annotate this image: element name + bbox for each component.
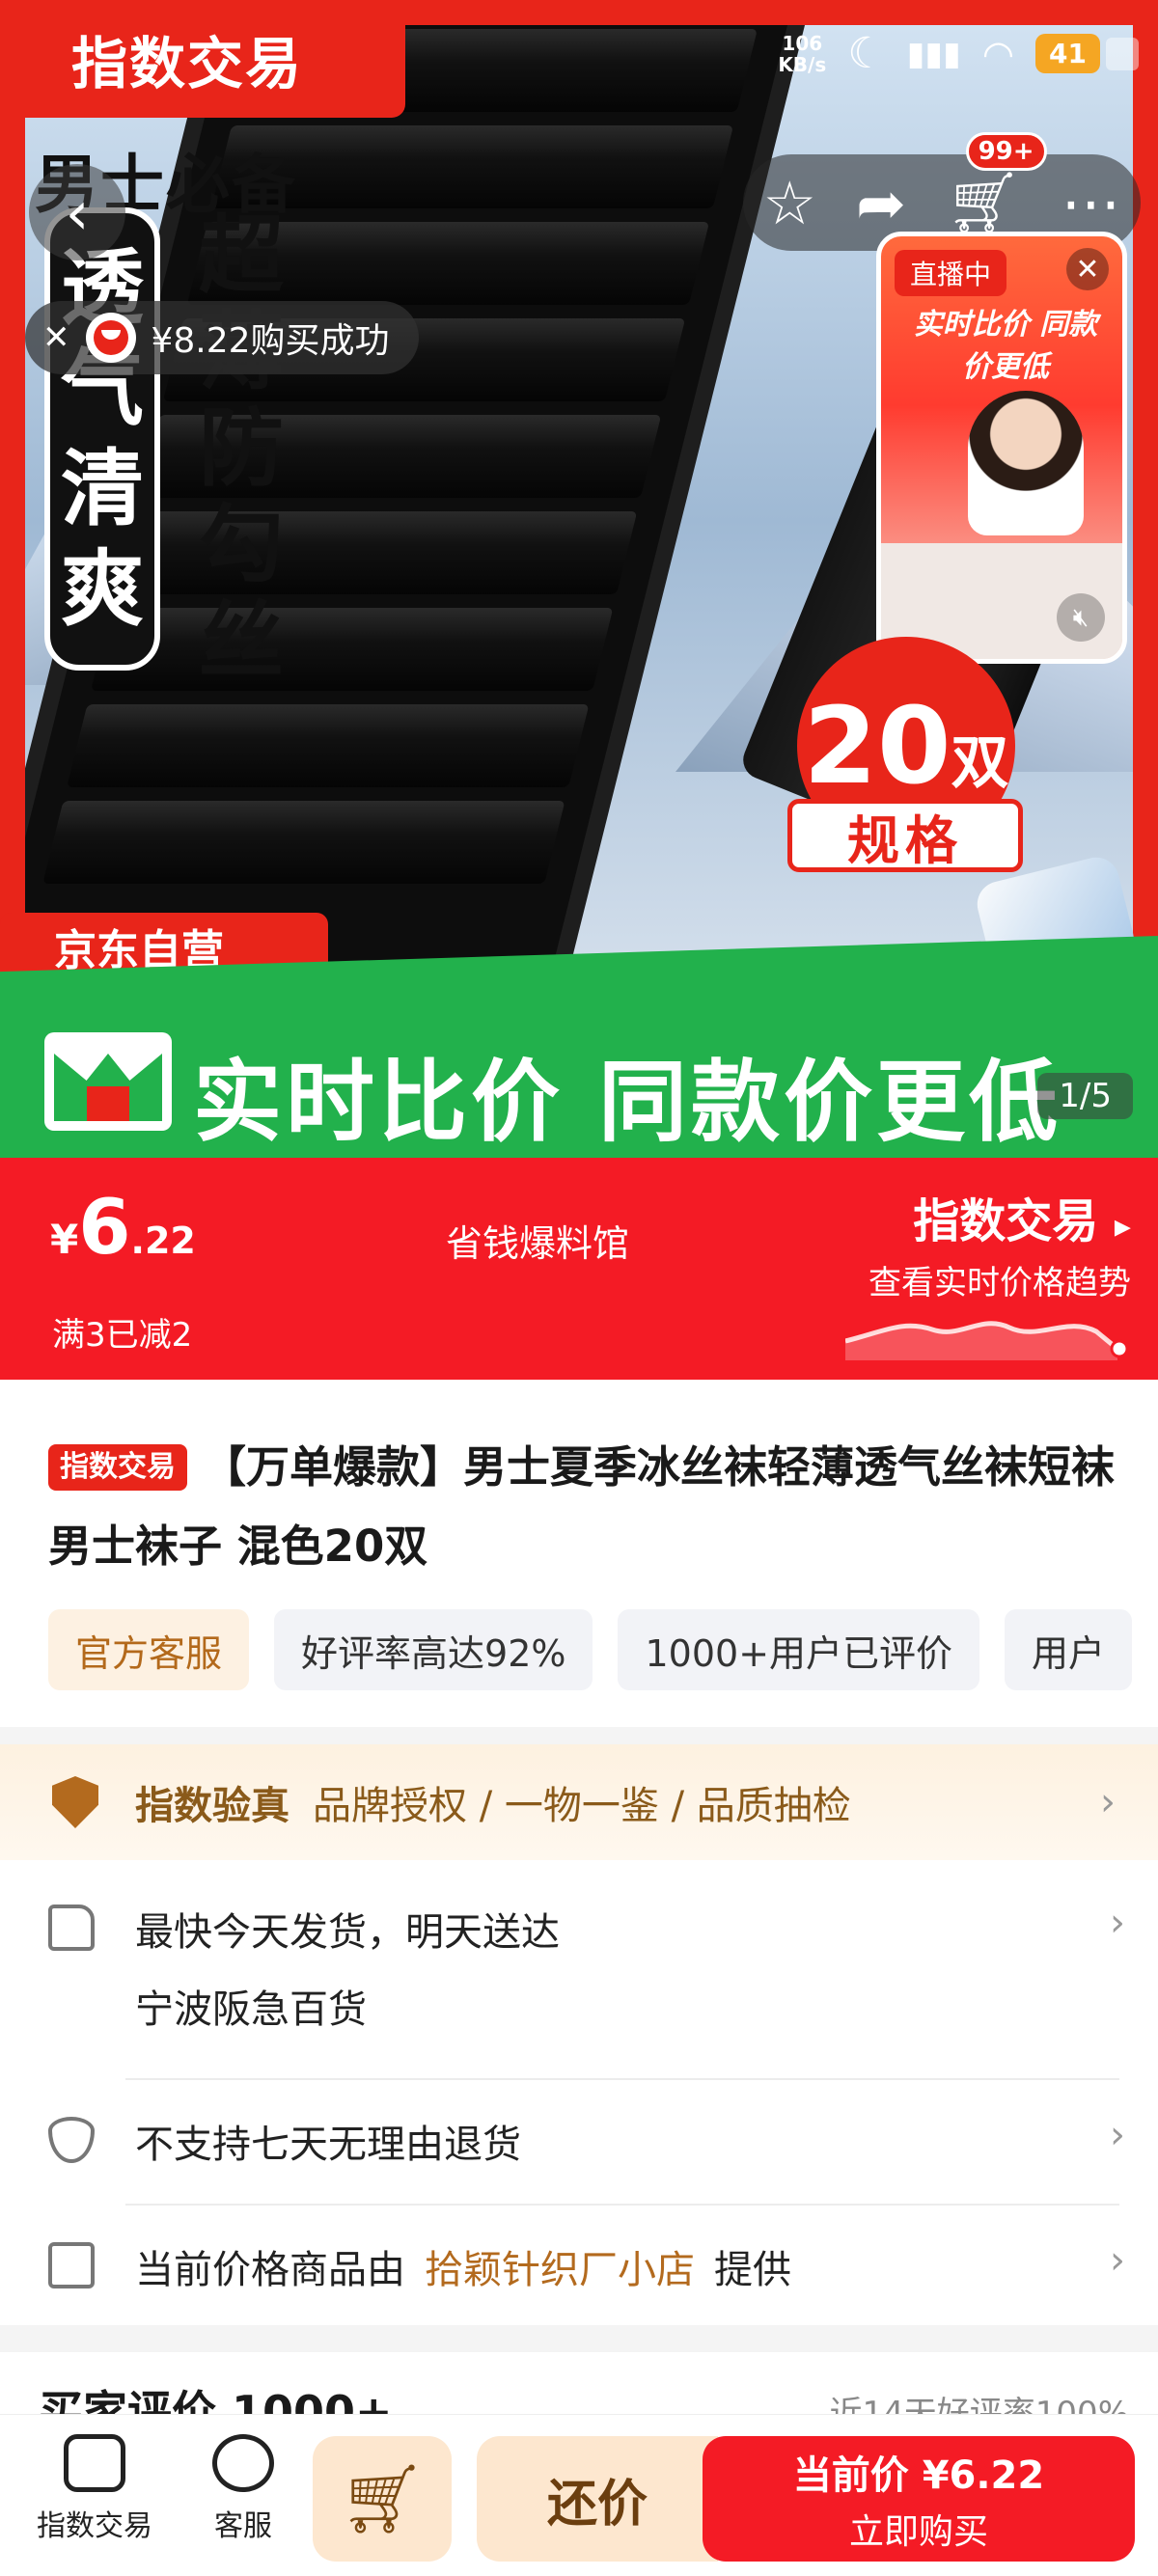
buy-label: 立即购买 [848,2512,988,2552]
store-icon [48,2242,95,2288]
toast-text: ¥8.22购买成功 [151,321,390,361]
shield-icon [48,2117,95,2163]
favorite-star-icon[interactable]: ☆ [762,168,816,238]
product-image-carousel[interactable]: 指数交易 106 KB/s ☾ ▮▮▮ ◠ 41 男士必备 透 气 清 爽 超 … [0,0,1158,1158]
spec-number: 20 [803,684,951,808]
live-tag: 直播中 [895,250,1007,296]
spec-label: 规格 [787,799,1023,872]
moon-icon: ☾ [847,29,886,78]
close-icon[interactable]: ✕ [1066,248,1109,290]
shield-check-icon [52,1776,98,1828]
bargain-button[interactable]: 还价 [477,2436,718,2562]
vertical-tag-breathable: 透 气 清 爽 [44,207,160,671]
live-stream-card[interactable]: 直播中 ✕ 实时比价 同款价更低 🔇︎ [876,232,1127,664]
network-speed: 106 KB/s [778,31,827,76]
promo-text: 满3已减2 [52,1316,193,1355]
verify-desc: 品牌授权 / 一物一鉴 / 品质抽检 [313,1784,851,1828]
host-avatar [968,391,1084,535]
price-trend-sparkline [845,1321,1129,1360]
seller-row[interactable]: 当前价格商品由 拾颖针织厂小店 提供 › [48,2238,1125,2294]
cart-button[interactable]: 🛒︎ 99+ [945,132,1047,238]
chip-reviews-count[interactable]: 1000+用户已评价 [618,1609,980,1690]
vert-char: 勾 [198,495,284,594]
wifi-icon: ◠ [981,32,1015,75]
chip-official-service[interactable]: 官方客服 [48,1609,250,1690]
currency-symbol: ¥ [50,1216,79,1263]
avatar [85,313,136,363]
vert-char: 爽 [61,541,144,638]
price-integer: 6 [78,1185,131,1272]
price-compare-logo [44,1032,172,1131]
tab-customer-service[interactable]: 客服 [212,2434,274,2544]
signal-icon: ▮▮▮ [906,34,961,73]
chevron-right-icon: › [1110,2113,1125,2157]
cart-plus-icon: 🛒︎ [339,2458,426,2538]
add-to-cart-button[interactable]: 🛒︎ [313,2436,452,2562]
vert-char: 超 [198,206,284,305]
banner-text: 实时比价 同款价更低 [193,1051,1062,1154]
service-section: 指数验真 品牌授权 / 一物一鉴 / 品质抽检 › 最快今天发货，明天送达 宁波… [0,1744,1158,2325]
feature-chips: 官方客服 好评率高达92% 1000+用户已评价 用户 [48,1609,1133,1690]
trend-subtitle: 查看实时价格趋势 [868,1264,1131,1302]
tab-label: 指数交易 [37,2509,152,2543]
return-policy-row[interactable]: 不支持七天无理由退货 › [48,2113,1125,2169]
chip-users[interactable]: 用户 [1005,1609,1133,1690]
title-text: 【万单爆款】男士夏季冰丝袜轻薄透气丝袜短袜男士袜子 混色20双 [48,1441,1116,1572]
price-trend-link[interactable]: 指数交易 ▸ 查看实时价格趋势 [868,1183,1131,1303]
store-icon [64,2434,125,2492]
chevron-right-icon: › [1100,1780,1116,1824]
vert-char: 防 [198,398,284,498]
status-bar: 106 KB/s ☾ ▮▮▮ ◠ 41 [778,29,1139,78]
cart-icon: 🛒︎ [945,167,1022,237]
image-counter: 1/5 [1037,1073,1133,1119]
more-icon[interactable]: ⋯ [1061,168,1120,238]
chevron-right-icon: › [1110,1901,1125,1945]
truck-icon [48,1905,95,1951]
close-icon[interactable]: ✕ [42,318,70,357]
shop-name[interactable]: 省钱爆料馆 [446,1214,629,1267]
current-price: ¥ 6 .22 [50,1185,196,1272]
ship-eta: 最快今天发货，明天送达 [135,1910,560,1955]
spec-unit: 双 [951,728,1009,797]
chip-good-rate[interactable]: 好评率高达92% [274,1609,593,1690]
zhishu-badge: 指数交易 [0,0,405,118]
share-icon[interactable]: ➦ [856,168,906,238]
divider [125,2204,1119,2206]
seller-prefix: 当前价格商品由 [135,2248,405,2292]
battery-indicator: 41 [1035,34,1139,73]
seller-suffix: 提供 [714,2248,791,2292]
product-info: 指数交易 【万单爆款】男士夏季冰丝袜轻薄透气丝袜短袜男士袜子 混色20双 官方客服… [0,1380,1158,1727]
live-slogan: 实时比价 同款价更低 [913,308,1098,384]
tab-zhishu[interactable]: 指数交易 [37,2434,152,2544]
back-button[interactable]: ‹ [29,164,125,260]
seller-name[interactable]: 拾颖针织厂小店 [425,2238,695,2294]
price-decimal: .22 [130,1219,196,1262]
bottom-action-bar: 指数交易 客服 🛒︎ 还价 当前价 ¥6.22 立即购买 [0,2414,1158,2576]
chevron-left-icon: ‹ [65,177,90,248]
tab-label: 客服 [214,2509,272,2543]
vert-char: 丝 [198,591,284,691]
price-bar: ¥ 6 .22 满3已减2 省钱爆料馆 指数交易 ▸ 查看实时价格趋势 [0,1158,1158,1380]
chat-face-icon [212,2434,274,2492]
vert-char: 清 [61,441,144,537]
divider [125,2078,1119,2080]
buy-price: 当前价 ¥6.22 [792,2453,1045,2498]
shipping-row[interactable]: 最快今天发货，明天送达 宁波阪急百货 › [48,1901,1125,2034]
verify-title: 指数验真 [135,1784,290,1828]
cart-count-badge: 99+ [965,132,1047,171]
chevron-right-icon: ▸ [1114,1207,1131,1246]
buy-now-button[interactable]: 当前价 ¥6.22 立即购买 [703,2436,1135,2562]
vertical-text-thin: 超 薄 防 勾 丝 [193,207,290,690]
title-tag: 指数交易 [48,1444,187,1491]
product-title: 指数交易 【万单爆款】男士夏季冰丝袜轻薄透气丝袜短袜男士袜子 混色20双 [48,1428,1119,1586]
chevron-right-icon: › [1110,2238,1125,2283]
purchase-toast: ✕ ¥8.22购买成功 [25,301,419,374]
ship-from: 宁波阪急百货 [135,1987,367,2032]
trend-title: 指数交易 [913,1194,1099,1248]
mute-icon[interactable]: 🔇︎ [1057,593,1105,642]
authenticity-row[interactable]: 指数验真 品牌授权 / 一物一鉴 / 品质抽检 › [0,1744,1158,1860]
return-policy-text: 不支持七天无理由退货 [135,2123,521,2167]
